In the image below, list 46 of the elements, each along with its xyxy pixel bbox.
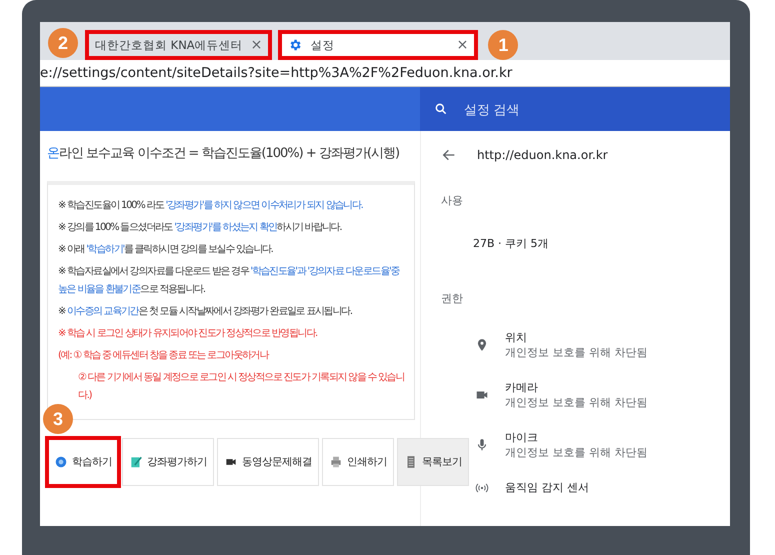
permission-status: 개인정보 보호를 위해 차단됨: [505, 445, 648, 460]
browser-tab[interactable]: 설정 ×: [278, 30, 478, 60]
page-heading: 온라인 보수교육 이수조건 = 학습진도율(100%) + 강좌평가(시행): [47, 145, 400, 163]
printer-icon: [329, 455, 343, 469]
notice-text: ※ 학습자료실에서 강의자료를 다운로드 받은 경우 '학습진도율'과 '강의자료 다운로드율'중 높은 비율을 환불기준으로 적용됩니다.: [58, 265, 401, 297]
permission-name: 카메라: [505, 380, 539, 395]
course-button[interactable]: 목록보기: [397, 438, 469, 486]
search-icon: [434, 102, 448, 116]
permission-name: 움직임 감지 센서: [505, 480, 589, 495]
play-circle-icon: [54, 455, 68, 469]
tab-title: 대한간호협회 KNA에듀센터: [95, 38, 243, 52]
browser-tab[interactable]: 대한간호협회 KNA에듀센터 ×: [85, 30, 272, 60]
site-url: http://eduon.kna.or.kr: [477, 148, 608, 162]
close-button[interactable]: ×: [456, 37, 468, 53]
pencil-note-icon: [129, 455, 143, 469]
notice-text: ※ 강의를 100% 들으셨더라도 '강좌평가'를 하셨는지 확인하시기 바랍니다.: [58, 221, 342, 235]
location-pin-icon: [475, 338, 489, 352]
section-title: 사용: [441, 193, 464, 208]
course-button[interactable]: 인쇄하기: [322, 438, 394, 486]
notice-text: ※ 아래 '학습하기'를 클릭하시면 강의를 보실수 있습니다.: [58, 243, 274, 257]
gear-icon: [288, 38, 302, 52]
number-badge: 2: [48, 28, 78, 58]
number-badge: 3: [43, 404, 73, 434]
sensor-waves-icon: [475, 480, 489, 494]
address-bar[interactable]: e://settings/content/siteDetails?site=http%3A%2F%2Feduon.kna.or.kr: [40, 60, 730, 87]
permission-status: 개인정보 보호를 위해 차단됨: [505, 395, 648, 410]
notice-text: (예: ① 학습 중 에듀센터 창을 종료 또는 로그아웃하거나: [58, 349, 270, 363]
course-button[interactable]: 학습하기: [47, 438, 119, 486]
notice-text: ※ 이수증의 교육기간은 첫 모듈 시작날짜에서 강좌평가 완료일로 표시됩니다.: [58, 305, 353, 319]
microphone-icon: [475, 438, 489, 452]
notice-text: ※ 학습 시 로그인 상태가 유지되어야 진도가 정상적으로 반영됩니다.: [58, 327, 318, 341]
search-input[interactable]: 설정 검색: [462, 100, 642, 118]
close-button[interactable]: ×: [250, 37, 262, 53]
search-field[interactable]: 설정 검색: [420, 87, 730, 131]
number-badge: 1: [488, 30, 518, 60]
course-button[interactable]: 동영상문제해결: [217, 438, 319, 486]
notice-text: ※ 학습진도율이 100% 라도 '강좌평가'를 하지 않으면 이수처리가 되지 않습니다.: [58, 199, 364, 213]
permission-name: 위치: [505, 330, 528, 345]
usage-text: 27B · 쿠키 5개: [473, 236, 550, 251]
tab-title: 설정: [310, 38, 336, 52]
permission-status: 개인정보 보호를 위해 차단됨: [505, 345, 648, 360]
course-button[interactable]: 강좌평가하기: [122, 438, 214, 486]
notice-text: ② 다른 기기에서 동일 계정으로 로그인 시 정상적으로 진도가 기록되지 않을 수 있습니다.): [77, 371, 406, 403]
back-arrow-icon: [441, 147, 457, 163]
permission-name: 마이크: [505, 430, 539, 445]
section-title: 권한: [441, 291, 464, 306]
